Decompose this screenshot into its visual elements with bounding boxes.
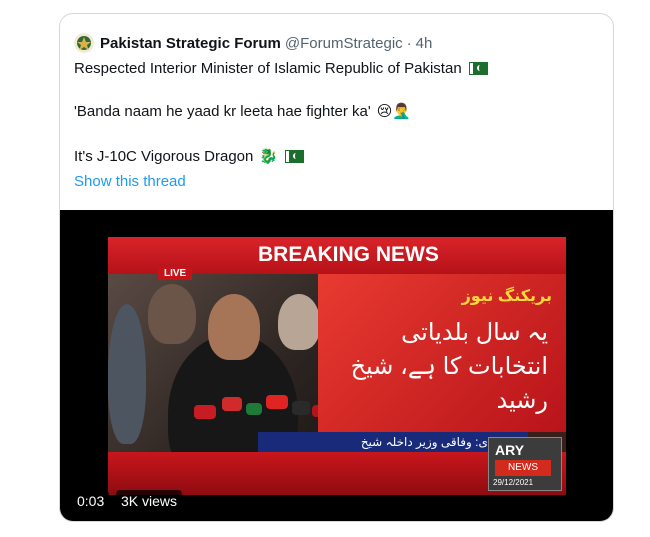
tweet-text-line2: 'Banda naam he yaad kr leeta hae fighter… [74, 102, 412, 121]
tweet-header: Pakistan Strategic Forum @ForumStrategic… [74, 33, 432, 53]
crying-facepalm-emoji-icon: 😢🤦‍♂️ [376, 103, 412, 120]
avatar[interactable] [74, 33, 94, 53]
tweet-text-line1-content: Respected Interior Minister of Islamic R… [74, 60, 462, 77]
author-handle[interactable]: @ForumStrategic [285, 35, 403, 52]
speaker-face [208, 294, 260, 360]
video-frame: BREAKING NEWS LIVE بریکنگ نیوز یہ سال بل… [108, 237, 566, 495]
channel-name: ARY [495, 442, 525, 458]
dragon-emoji-icon: 🐉 [259, 148, 279, 165]
person-back [148, 284, 196, 344]
tweet-text-line1: Respected Interior Minister of Islamic R… [74, 60, 487, 77]
tweet-text-line3-content: It's J-10C Vigorous Dragon [74, 147, 254, 165]
tweet-timestamp[interactable]: 4h [416, 35, 433, 52]
ary-news-logo: ARY NEWS 29/12/2021 [488, 437, 562, 491]
show-thread-link[interactable]: Show this thread [74, 173, 186, 190]
separator-dot: · [406, 34, 412, 52]
video-duration: 0:03 [72, 490, 110, 512]
tweet-text-line2-content: 'Banda naam he yaad kr leeta hae fighter… [74, 102, 371, 120]
microphones-icon [194, 395, 330, 419]
broadcast-date: 29/12/2021 [493, 478, 534, 487]
urdu-kicker: بریکنگ نیوز [461, 288, 552, 305]
author-name[interactable]: Pakistan Strategic Forum [100, 35, 281, 52]
headline-panel: بریکنگ نیوز یہ سال بلدیاتی انتخابات کا ہ… [318, 274, 566, 432]
tweet-card[interactable]: Pakistan Strategic Forum @ForumStrategic… [59, 13, 614, 522]
video-player[interactable]: BREAKING NEWS LIVE بریکنگ نیوز یہ سال بل… [60, 210, 613, 521]
person-left [108, 304, 146, 444]
video-views: 3K views [116, 490, 183, 512]
breaking-news-title: BREAKING NEWS [258, 243, 439, 266]
pakistan-flag-icon [469, 63, 487, 74]
urdu-headline: یہ سال بلدیاتی انتخابات کا ہے، شیخ رشید [350, 319, 548, 414]
tweet-text-line3: It's J-10C Vigorous Dragon 🐉 [74, 147, 304, 165]
channel-sub: NEWS [495, 460, 551, 476]
pakistan-flag-icon [286, 150, 304, 162]
person-right [278, 294, 320, 350]
live-badge: LIVE [158, 267, 193, 280]
